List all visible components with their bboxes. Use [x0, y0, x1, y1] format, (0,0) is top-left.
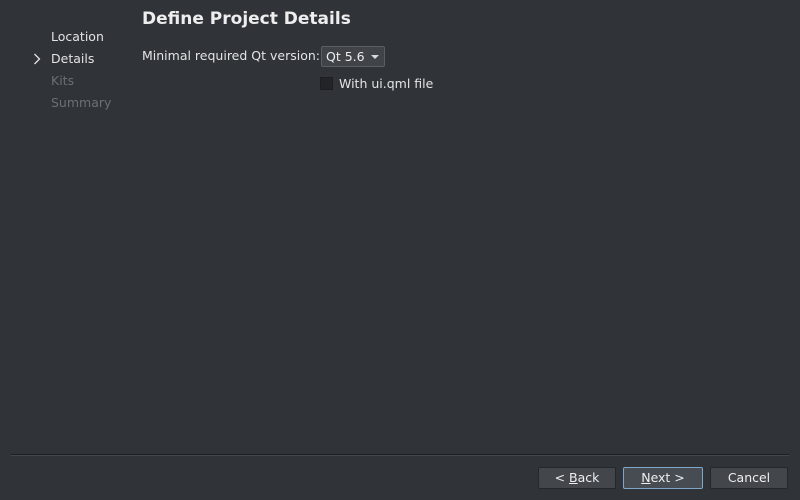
uiqml-option[interactable]: With ui.qml file [320, 75, 433, 91]
qt-version-select[interactable]: Qt 5.6 [321, 46, 385, 67]
qt-version-value: Qt 5.6 [326, 49, 365, 64]
back-prefix: < [554, 470, 570, 485]
back-mnemonic: B [569, 470, 578, 485]
step-label: Location [51, 29, 104, 44]
step-details: Details [0, 48, 130, 70]
chevron-right-icon [34, 53, 41, 65]
new-project-wizard: Location Details Kits Summary Define Pro… [0, 0, 800, 500]
back-rest: ack [577, 470, 600, 485]
step-label: Details [51, 51, 95, 66]
uiqml-checkbox[interactable] [320, 76, 333, 90]
step-summary: Summary [0, 92, 130, 114]
next-mnemonic: N [641, 470, 651, 485]
step-label: Kits [51, 73, 75, 88]
step-label: Summary [51, 95, 112, 110]
qt-version-label: Minimal required Qt version: [142, 48, 320, 63]
footer-separator [11, 454, 789, 456]
wizard-steps: Location Details Kits Summary [0, 26, 130, 114]
step-location: Location [0, 26, 130, 48]
cancel-button[interactable]: Cancel [710, 467, 788, 489]
page-title: Define Project Details [142, 9, 351, 29]
next-button[interactable]: Next > [623, 467, 703, 489]
triangle-down-icon [371, 55, 379, 59]
next-rest: ext > [650, 470, 685, 485]
step-kits: Kits [0, 70, 130, 92]
uiqml-checkbox-label[interactable]: With ui.qml file [339, 76, 433, 91]
back-button[interactable]: < Back [538, 467, 616, 489]
